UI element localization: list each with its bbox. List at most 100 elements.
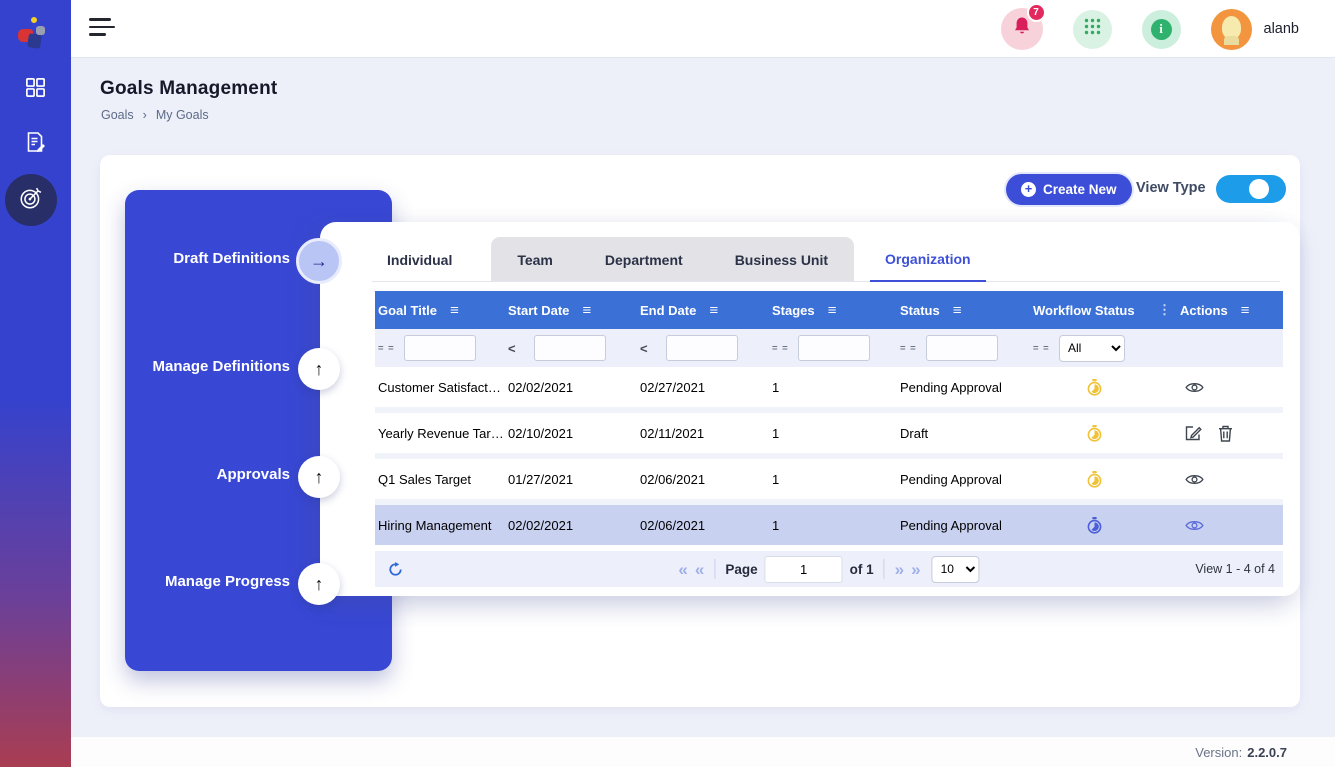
filter-op-equals[interactable]: = = xyxy=(378,343,404,354)
step-manage-progress-button[interactable]: ↑ xyxy=(298,563,340,605)
apps-button[interactable] xyxy=(1073,10,1112,49)
cell-stages: 1 xyxy=(769,472,897,487)
next-page-button[interactable]: » xyxy=(895,561,904,578)
grid-body: Customer Satisfact… 02/02/2021 02/27/202… xyxy=(375,367,1283,545)
tab-business-unit[interactable]: Business Unit xyxy=(709,237,854,282)
table-row[interactable]: Q1 Sales Target 01/27/2021 02/06/2021 1 … xyxy=(375,459,1283,499)
filter-start-date-input[interactable] xyxy=(534,335,606,361)
filter-op-equals[interactable]: = = xyxy=(900,343,926,354)
column-menu-icon[interactable]: ≡ xyxy=(450,302,459,318)
goals-tab-card: Individual Team Department Business Unit… xyxy=(320,222,1300,596)
version-value: 2.2.0.7 xyxy=(1247,745,1287,760)
cell-start-date: 02/02/2021 xyxy=(505,518,637,533)
filter-goal-title-input[interactable] xyxy=(404,335,476,361)
menu-toggle-icon[interactable] xyxy=(89,18,117,40)
filter-op-equals[interactable]: = = xyxy=(1033,343,1059,354)
filter-workflow-status-select[interactable]: All xyxy=(1059,335,1125,362)
breadcrumb-separator: › xyxy=(143,108,147,122)
grid-filter-row: = = < < = = = = = = All xyxy=(375,329,1283,367)
refresh-icon[interactable] xyxy=(388,562,403,577)
plus-icon: + xyxy=(1021,182,1036,197)
breadcrumb-goals[interactable]: Goals xyxy=(101,108,134,122)
document-pencil-icon xyxy=(24,130,48,154)
edit-icon[interactable] xyxy=(1185,425,1202,442)
toggle-knob xyxy=(1249,179,1269,199)
column-menu-icon[interactable]: ≡ xyxy=(1241,302,1250,318)
filter-end-date-input[interactable] xyxy=(666,335,738,361)
view-type-label: View Type xyxy=(1136,180,1206,196)
cell-goal-title: Hiring Management xyxy=(375,518,505,533)
user-menu[interactable]: alanb xyxy=(1211,9,1299,50)
grid-header: Goal Title≡ Start Date≡ End Date≡ Stages… xyxy=(375,291,1283,329)
cell-status: Pending Approval xyxy=(897,472,1030,487)
step-approvals-button[interactable]: ↑ xyxy=(298,456,340,498)
pager-divider xyxy=(884,559,885,579)
pagination-summary: View 1 - 4 of 4 xyxy=(1195,562,1275,576)
arrow-right-icon: → xyxy=(310,252,328,270)
stopwatch-icon xyxy=(1087,471,1102,488)
notification-count-badge: 7 xyxy=(1027,3,1046,22)
column-menu-icon[interactable]: ≡ xyxy=(953,302,962,318)
stopwatch-icon xyxy=(1087,379,1102,396)
footer: Version: 2.2.0.7 xyxy=(71,736,1335,767)
delete-icon[interactable] xyxy=(1218,425,1233,442)
filter-op-less-than[interactable]: < xyxy=(508,341,534,356)
create-new-button[interactable]: + Create New xyxy=(1006,174,1132,205)
goals-card: + Create New View Type Draft Definitions… xyxy=(100,155,1300,707)
cell-end-date: 02/27/2021 xyxy=(637,380,769,395)
step-approvals-label: Approvals xyxy=(217,466,290,483)
filter-op-less-than[interactable]: < xyxy=(640,341,666,356)
tab-department[interactable]: Department xyxy=(579,237,709,282)
cell-stages: 1 xyxy=(769,518,897,533)
column-menu-icon[interactable]: ≡ xyxy=(709,302,718,318)
prev-page-button[interactable]: « xyxy=(695,561,704,578)
stopwatch-icon xyxy=(1087,517,1102,534)
last-page-button[interactable]: » xyxy=(911,561,920,578)
breadcrumb-my-goals: My Goals xyxy=(156,108,209,122)
sidebar xyxy=(0,0,71,767)
filter-stages-input[interactable] xyxy=(798,335,870,361)
cell-start-date: 02/02/2021 xyxy=(505,380,637,395)
view-icon[interactable] xyxy=(1185,519,1204,532)
page-size-select[interactable]: 10 xyxy=(932,556,980,583)
tab-team[interactable]: Team xyxy=(491,237,579,282)
notifications-button[interactable]: 7 xyxy=(1001,8,1043,50)
scope-tabs: Individual Team Department Business Unit… xyxy=(320,237,1300,282)
page-number-input[interactable] xyxy=(765,556,843,583)
page-label: Page xyxy=(725,562,757,577)
view-icon[interactable] xyxy=(1185,381,1204,394)
view-type-toggle[interactable] xyxy=(1216,175,1286,203)
page-of-label: of 1 xyxy=(850,562,874,577)
table-row-selected[interactable]: Hiring Management 02/02/2021 02/06/2021 … xyxy=(375,505,1283,545)
tab-individual[interactable]: Individual xyxy=(372,237,467,282)
step-manage-definitions-button[interactable]: ↑ xyxy=(298,348,340,390)
cell-goal-title: Q1 Sales Target xyxy=(375,472,505,487)
step-draft-definitions-label: Draft Definitions xyxy=(173,250,290,267)
sidebar-item-dashboard[interactable] xyxy=(0,76,71,99)
filter-op-equals[interactable]: = = xyxy=(772,343,798,354)
arrow-up-icon: ↑ xyxy=(315,468,324,486)
first-page-button[interactable]: « xyxy=(678,561,687,578)
app-logo[interactable] xyxy=(0,8,71,52)
grid-pagination: « « Page of 1 » » 10 View 1 - 4 of 4 xyxy=(375,551,1283,587)
target-goal-icon xyxy=(18,185,44,216)
step-manage-definitions-label: Manage Definitions xyxy=(152,358,290,375)
column-menu-icon[interactable]: ≡ xyxy=(582,302,591,318)
column-menu-icon[interactable]: ≡ xyxy=(828,302,837,318)
table-row[interactable]: Customer Satisfact… 02/02/2021 02/27/202… xyxy=(375,367,1283,407)
cell-status: Draft xyxy=(897,426,1030,441)
table-row[interactable]: Yearly Revenue Tar… 02/10/2021 02/11/202… xyxy=(375,413,1283,453)
cell-stages: 1 xyxy=(769,380,897,395)
sidebar-item-goals[interactable] xyxy=(5,174,57,226)
dashboard-icon xyxy=(24,76,47,99)
step-draft-definitions-button[interactable]: → xyxy=(296,238,342,284)
filter-status-input[interactable] xyxy=(926,335,998,361)
info-button[interactable]: i xyxy=(1142,10,1181,49)
col-status: Status xyxy=(900,303,940,318)
view-icon[interactable] xyxy=(1185,473,1204,486)
cell-start-date: 02/10/2021 xyxy=(505,426,637,441)
sidebar-item-definitions[interactable] xyxy=(0,130,71,154)
tab-organization[interactable]: Organization xyxy=(870,237,986,282)
col-end-date: End Date xyxy=(640,303,696,318)
user-name: alanb xyxy=(1264,21,1299,37)
